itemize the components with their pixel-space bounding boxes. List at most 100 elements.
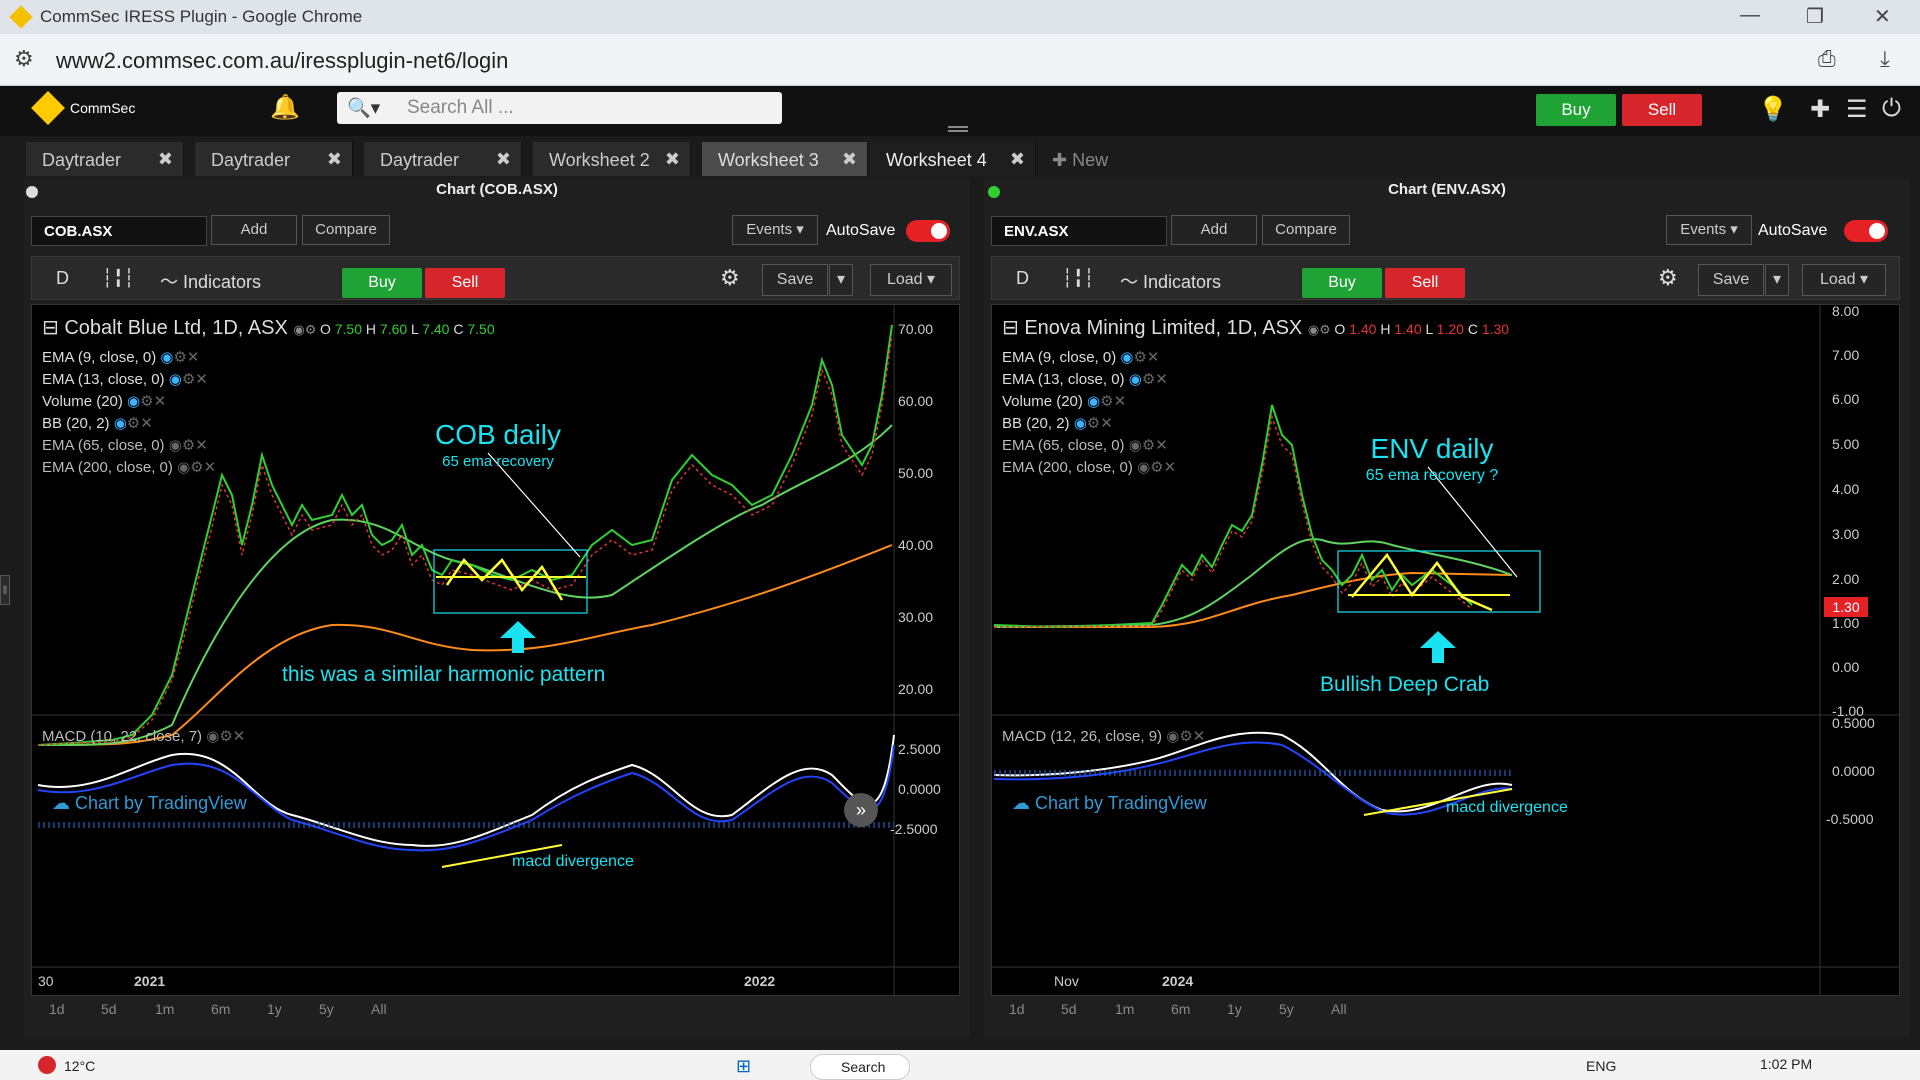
bell-icon[interactable]: 🔔 — [270, 93, 300, 122]
range-5d[interactable]: 5d — [1061, 1001, 1077, 1017]
search-input[interactable]: 🔍▾ Search All ... — [337, 92, 782, 124]
collapse-icon[interactable]: ⊟ — [1002, 317, 1019, 339]
settings-gear-icon[interactable]: ⚙ — [1658, 265, 1678, 291]
study-controls-icon[interactable]: ◉⚙✕ — [1129, 437, 1168, 454]
weather-temp[interactable]: 12°C — [64, 1058, 95, 1074]
range-1d[interactable]: 1d — [1009, 1001, 1025, 1017]
url-text[interactable]: www2.commsec.com.au/iressplugin-net6/log… — [56, 48, 508, 74]
load-dropdown[interactable]: Load ▾ — [870, 264, 952, 296]
range-1y[interactable]: 1y — [267, 1001, 282, 1017]
range-5y[interactable]: 5y — [1279, 1001, 1294, 1017]
study-controls-icon[interactable]: ⚙✕ — [1100, 393, 1126, 410]
power-icon[interactable]: ⏻ — [1882, 95, 1901, 123]
study-controls-icon[interactable]: ◉⚙✕ — [169, 437, 208, 454]
download-icon[interactable]: ⤓ — [1880, 46, 1890, 72]
study-controls-icon[interactable]: ⚙✕ — [127, 415, 153, 432]
study-controls-icon[interactable]: ⚙✕ — [173, 349, 199, 366]
study-controls-icon[interactable]: ⚙✕ — [140, 393, 166, 410]
add-button[interactable]: Add — [1171, 215, 1257, 245]
scroll-to-realtime-icon[interactable]: » — [844, 793, 878, 827]
tradingview-watermark[interactable]: ☁ Chart by TradingView — [52, 793, 247, 814]
study-controls-icon[interactable]: ⚙✕ — [1133, 349, 1159, 366]
events-dropdown[interactable]: Events ▾ — [1666, 215, 1752, 245]
add-button[interactable]: Add — [211, 215, 297, 245]
events-dropdown[interactable]: Events ▾ — [732, 215, 818, 245]
study-controls-icon[interactable]: ◉⚙✕ — [177, 459, 216, 476]
tab-daytrader-1[interactable]: Daytrader ✖ — [26, 142, 184, 176]
buy-button[interactable]: Buy — [1536, 94, 1616, 126]
tab-worksheet-2[interactable]: Worksheet 2 ✖ — [533, 142, 691, 176]
study-controls-icon[interactable]: ⚙✕ — [1087, 415, 1113, 432]
close-tab-icon[interactable]: ✖ — [665, 149, 680, 170]
range-1y[interactable]: 1y — [1227, 1001, 1242, 1017]
close-tab-icon[interactable]: ✖ — [842, 149, 857, 170]
taskbar-search[interactable]: Search — [810, 1054, 910, 1080]
save-button[interactable]: Save — [762, 264, 828, 296]
eye-icon[interactable]: ◉ — [114, 415, 127, 432]
new-tab-button[interactable]: ✚ New — [1052, 150, 1108, 171]
study-ema-13[interactable]: EMA (13, close, 0) ◉⚙✕ — [42, 369, 216, 391]
windows-start-icon[interactable]: ⊞ — [736, 1056, 751, 1077]
language-indicator[interactable]: ENG — [1586, 1058, 1616, 1074]
legend-settings-icon[interactable]: ◉⚙ — [293, 322, 320, 337]
close-tab-icon[interactable]: ✖ — [158, 149, 173, 170]
study-volume[interactable]: Volume (20) ◉⚙✕ — [42, 391, 216, 413]
indicators-button[interactable]: 〜 Indicators — [1120, 268, 1221, 294]
autosave-toggle[interactable] — [906, 220, 950, 242]
study-volume[interactable]: Volume (20) ◉⚙✕ — [1002, 391, 1176, 413]
add-icon[interactable]: ✚ — [1810, 95, 1830, 124]
study-ema-9[interactable]: EMA (9, close, 0) ◉⚙✕ — [42, 347, 216, 369]
restore-icon[interactable]: ❐ — [1806, 4, 1824, 29]
weather-alert-icon[interactable] — [38, 1056, 56, 1074]
range-5d[interactable]: 5d — [101, 1001, 117, 1017]
study-controls-icon[interactable]: ⚙✕ — [1142, 371, 1168, 388]
save-dropdown-icon[interactable]: ▾ — [829, 264, 853, 296]
eye-icon[interactable]: ◉ — [1074, 415, 1087, 432]
site-settings-icon[interactable]: ⚙ — [14, 46, 34, 72]
candlestick-icon[interactable]: ┆╏┆ — [102, 268, 135, 289]
indicators-button[interactable]: 〜 Indicators — [160, 268, 261, 294]
menu-icon[interactable]: ☰ — [1846, 95, 1868, 124]
minimize-icon[interactable]: — — [1740, 4, 1760, 27]
compare-button[interactable]: Compare — [1262, 215, 1350, 245]
range-all[interactable]: All — [1331, 1001, 1347, 1017]
eye-icon[interactable]: ◉ — [169, 371, 182, 388]
eye-icon[interactable]: ◉ — [1087, 393, 1100, 410]
interval-button[interactable]: D — [1016, 268, 1029, 289]
tab-daytrader-2[interactable]: Daytrader ✖ — [195, 142, 353, 176]
tradingview-watermark[interactable]: ☁ Chart by TradingView — [1012, 793, 1207, 814]
study-ema-65[interactable]: EMA (65, close, 0) ◉⚙✕ — [42, 435, 216, 457]
left-panel-handle[interactable]: ‖ — [0, 575, 10, 605]
study-ema-200[interactable]: EMA (200, close, 0) ◉⚙✕ — [1002, 457, 1176, 479]
tab-worksheet-3[interactable]: Worksheet 3 ✖ — [702, 142, 868, 176]
range-1m[interactable]: 1m — [155, 1001, 174, 1017]
drag-handle[interactable] — [948, 126, 968, 132]
load-dropdown[interactable]: Load ▾ — [1802, 264, 1886, 296]
sell-button[interactable]: Sell — [1622, 94, 1702, 126]
study-ema-9[interactable]: EMA (9, close, 0) ◉⚙✕ — [1002, 347, 1176, 369]
eye-icon[interactable]: ◉ — [1120, 349, 1133, 366]
range-1m[interactable]: 1m — [1115, 1001, 1134, 1017]
compare-button[interactable]: Compare — [302, 215, 390, 245]
range-6m[interactable]: 6m — [1171, 1001, 1190, 1017]
close-icon[interactable]: ✕ — [1874, 4, 1891, 29]
study-bb[interactable]: BB (20, 2) ◉⚙✕ — [42, 413, 216, 435]
clock[interactable]: 1:02 PM — [1760, 1056, 1812, 1072]
symbol-input[interactable]: ENV.ASX — [991, 216, 1167, 246]
study-ema-65[interactable]: EMA (65, close, 0) ◉⚙✕ — [1002, 435, 1176, 457]
eye-icon[interactable]: ◉ — [1129, 371, 1142, 388]
range-6m[interactable]: 6m — [211, 1001, 230, 1017]
save-button[interactable]: Save — [1698, 264, 1764, 296]
range-5y[interactable]: 5y — [319, 1001, 334, 1017]
tab-daytrader-3[interactable]: Daytrader ✖ — [364, 142, 522, 176]
collapse-icon[interactable]: ⊟ — [42, 317, 59, 339]
study-controls-icon[interactable]: ◉⚙✕ — [206, 728, 245, 745]
study-ema-13[interactable]: EMA (13, close, 0) ◉⚙✕ — [1002, 369, 1176, 391]
tab-worksheet-4[interactable]: Worksheet 4 ✖ — [870, 142, 1036, 176]
range-1d[interactable]: 1d — [49, 1001, 65, 1017]
chart-buy-button[interactable]: Buy — [342, 268, 422, 298]
chart-canvas[interactable]: ⊟ Cobalt Blue Ltd, 1D, ASX ◉⚙ O 7.50 H 7… — [31, 304, 960, 996]
range-all[interactable]: All — [371, 1001, 387, 1017]
symbol-input[interactable]: COB.ASX — [31, 216, 207, 246]
search-icon[interactable]: 🔍▾ — [347, 96, 380, 120]
